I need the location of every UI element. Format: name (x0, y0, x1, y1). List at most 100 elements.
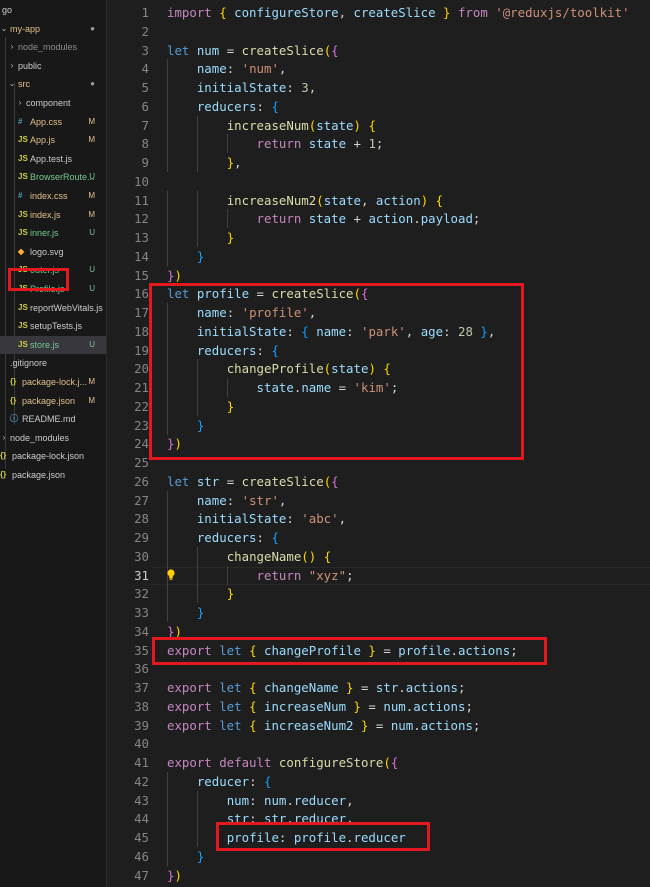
git-status-badge: ● (90, 23, 95, 33)
file-type-icon: {} (0, 470, 7, 479)
explorer-item-label: App.css (30, 116, 63, 127)
line-number: 21 (134, 380, 149, 395)
code-line[interactable]: let num = createSlice({ (167, 41, 339, 60)
explorer-item[interactable]: go (0, 1, 106, 19)
code-line[interactable]: let str = createSlice({ (167, 472, 339, 491)
explorer-item[interactable]: JS setupTests.js (0, 317, 106, 335)
explorer-item[interactable]: ⓘ README.md (0, 410, 106, 428)
git-status-badge: M (88, 377, 95, 386)
git-status-badge: M (88, 395, 95, 405)
file-type-icon: {} (0, 451, 7, 461)
explorer-item[interactable]: JS index.js M (0, 206, 106, 224)
explorer-item-label: inner.js (30, 228, 59, 239)
explorer-item[interactable]: JS App.test.js (0, 150, 106, 168)
explorer-item[interactable]: JS reportWebVitals.js (0, 299, 106, 317)
explorer-item[interactable]: › node_modules (0, 38, 106, 56)
explorer-item[interactable]: JS store.js U (0, 335, 106, 354)
code-line[interactable]: return "xyz"; (167, 566, 354, 585)
code-line[interactable]: import { configureStore, createSlice } f… (167, 3, 630, 22)
explorer-item[interactable]: JS inner.js U (0, 224, 106, 242)
explorer-item[interactable]: › public (0, 57, 106, 75)
line-number: 3 (141, 42, 149, 58)
code-line[interactable]: } (167, 228, 234, 247)
explorer-item-label: store.js (30, 339, 60, 350)
explorer-item-label: component (26, 98, 71, 108)
explorer-item[interactable]: {} package.json (0, 466, 106, 484)
code-line[interactable]: export default configureStore({ (167, 753, 398, 772)
code-line[interactable]: reducers: { (167, 528, 279, 547)
file-type-icon: # (18, 116, 23, 126)
line-number: 25 (134, 455, 149, 470)
line-number: 43 (134, 792, 149, 808)
explorer-item[interactable]: JS BrowserRoute... U (0, 168, 106, 186)
explorer-item-label: BrowserRoute... (30, 172, 95, 183)
code-line[interactable]: increaseNum(state) { (167, 116, 376, 135)
code-line[interactable]: initialState: 3, (167, 78, 316, 97)
explorer-item[interactable]: # index.css M (0, 187, 106, 205)
git-status-badge: M (88, 209, 95, 219)
git-status-badge: ● (90, 79, 95, 89)
explorer-item-label: App.test.js (30, 153, 73, 164)
file-explorer: go ⌄ my-app ● › node_modules › public ⌄ src ● › comp… (0, 0, 107, 887)
line-number: 39 (134, 717, 149, 733)
line-number: 11 (134, 192, 149, 208)
code-line[interactable]: }, (167, 153, 242, 172)
git-status-badge: M (88, 191, 95, 200)
code-line[interactable]: export let { changeName } = str.actions; (167, 678, 465, 697)
explorer-item[interactable]: {} package.json M (0, 392, 106, 410)
code-line[interactable]: }) (167, 266, 182, 285)
explorer-item-label: public (18, 60, 42, 71)
explorer-item[interactable]: # App.css M (0, 113, 106, 131)
line-number: 6 (141, 98, 149, 114)
line-number: 42 (134, 773, 149, 789)
line-number: 23 (134, 417, 149, 433)
code-line[interactable]: export let { increaseNum2 } = num.action… (167, 716, 480, 735)
chevron-down-icon[interactable]: ⌄ (0, 20, 8, 38)
explorer-item[interactable]: ⌄ src ● (0, 75, 106, 93)
explorer-item-label: reportWebVitals.js (30, 302, 103, 313)
code-line[interactable]: } (167, 584, 234, 603)
chevron-right-icon[interactable]: › (8, 38, 16, 56)
line-number: 38 (134, 698, 149, 714)
lightbulb-icon[interactable] (166, 567, 176, 581)
explorer-item-label: setupTests.js (30, 321, 83, 332)
explorer-item[interactable]: › component (0, 94, 106, 112)
line-number: 7 (141, 117, 149, 133)
chevron-down-icon[interactable]: ⌄ (8, 75, 16, 93)
code-line[interactable]: } (167, 847, 204, 866)
explorer-item-label: .gitignore (10, 358, 48, 369)
line-number: 29 (134, 530, 149, 545)
file-type-icon: JS (18, 209, 28, 219)
code-line[interactable]: return state + action.payload; (167, 209, 481, 228)
code-line[interactable]: }) (167, 866, 182, 885)
code-line[interactable]: name: 'num', (167, 59, 287, 78)
code-line[interactable]: reducers: { (167, 97, 279, 116)
explorer-item[interactable]: JS App.js M (0, 131, 106, 149)
explorer-item[interactable]: ◆ logo.svg (0, 243, 106, 261)
chevron-right-icon[interactable]: › (0, 429, 8, 447)
code-line[interactable]: return state + 1; (167, 134, 384, 153)
code-line[interactable]: export let { increaseNum } = num.actions… (167, 697, 473, 716)
code-line[interactable]: increaseNum2(state, action) { (167, 191, 443, 210)
code-line[interactable]: } (167, 603, 204, 622)
explorer-item[interactable]: › node_modules (0, 429, 106, 447)
explorer-item[interactable]: {} package-lock.j... M (0, 373, 106, 391)
code-line[interactable]: } (167, 247, 204, 266)
line-number: 20 (134, 361, 149, 377)
explorer-item-label: node_modules (18, 42, 78, 53)
line-number: 12 (134, 211, 149, 227)
line-number: 41 (134, 755, 149, 770)
line-number: 24 (134, 436, 149, 452)
chevron-right-icon[interactable]: › (16, 94, 24, 112)
git-status-badge: U (89, 172, 95, 182)
code-line[interactable]: changeName() { (167, 547, 331, 566)
code-line[interactable]: num: num.reducer, (167, 791, 354, 810)
explorer-item[interactable]: .gitignore (0, 354, 106, 372)
code-line[interactable]: name: 'str', (167, 491, 287, 510)
code-line[interactable]: reducer: { (167, 772, 272, 791)
explorer-item[interactable]: {} package-lock.json (0, 447, 106, 465)
line-number: 37 (134, 680, 149, 695)
code-line[interactable]: initialState: 'abc', (167, 509, 346, 528)
chevron-right-icon[interactable]: › (8, 57, 16, 75)
explorer-item[interactable]: ⌄ my-app ● (0, 20, 106, 38)
